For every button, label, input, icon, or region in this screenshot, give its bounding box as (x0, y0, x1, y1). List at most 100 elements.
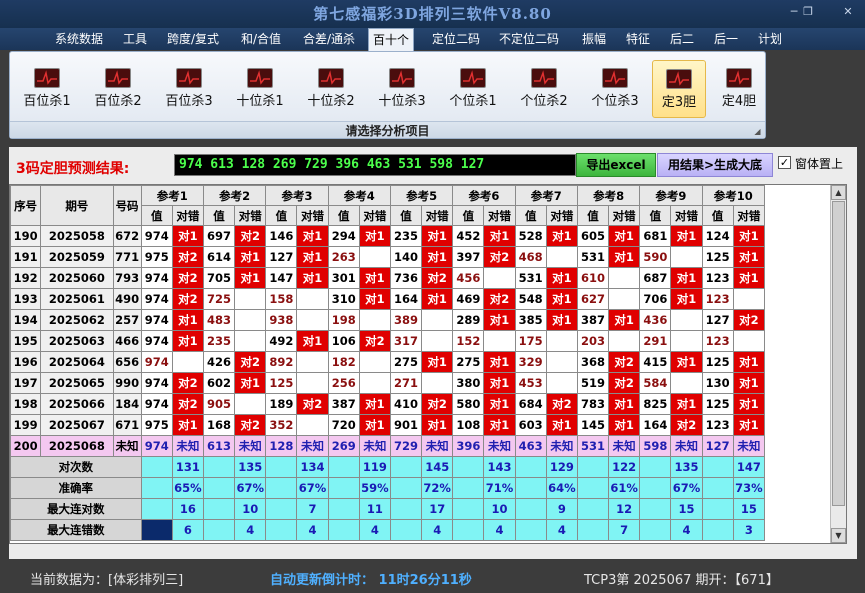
menu-item[interactable]: 振幅 (582, 28, 606, 50)
scroll-up-icon[interactable]: ▲ (831, 185, 846, 200)
menu-item[interactable]: 百十个 (368, 28, 415, 51)
value-cell: 158 (265, 288, 298, 310)
ribbon-button-label: 百位杀1 (23, 94, 71, 109)
check-header: 对错 (171, 205, 204, 226)
stat-value: 4 (421, 519, 454, 541)
menu-item[interactable]: 后二 (670, 28, 694, 50)
table-row[interactable]: 197 2025065 990 974 对2 602 对1 125 256 271 380 对1 453… (9, 372, 766, 394)
stat-spacer (701, 456, 734, 478)
stat-spacer (514, 519, 547, 541)
table-row[interactable]: 196 2025064 656 974 426 对2 892 182 275 对1 275 对1 329… (9, 351, 766, 373)
ribbon-button[interactable]: 十位杀3 (371, 60, 433, 118)
table-row[interactable]: 200 2025068 未知 974 未知 613 未知 128 未知 269 未知 729 未知 396… (9, 435, 766, 457)
generate-base-button[interactable]: 用结果>生成大底 (657, 153, 773, 177)
check-cell: 对1 (483, 225, 516, 247)
stat-spacer (452, 498, 485, 520)
check-cell: 对2 (421, 393, 454, 415)
topmost-checkbox[interactable]: ✓ (778, 156, 791, 169)
ref-header: 参考1 (140, 185, 204, 206)
table-row[interactable]: 194 2025062 257 974 对1 483 938 198 389 289 对1 385 对1… (9, 309, 766, 331)
number-cell: 490 (112, 288, 142, 310)
check-cell: 对1 (732, 351, 766, 373)
menu-item[interactable]: 工具 (123, 28, 147, 50)
scroll-thumb[interactable] (832, 201, 845, 506)
chart-icon (247, 68, 273, 88)
check-cell: 未知 (296, 435, 329, 457)
check-cell: 对1 (171, 414, 204, 436)
value-header: 值 (389, 205, 423, 226)
ribbon-button-label: 百位杀3 (165, 94, 213, 109)
table-row[interactable]: 193 2025061 490 974 对2 725 158 310 对1 164 对1 469 对2 5… (9, 288, 766, 310)
table-row[interactable]: 192 2025060 793 974 对2 705 对1 147 对1 301 对1 736 对2 45… (9, 267, 766, 289)
ribbon-footer: 请选择分析项目 ◢ (10, 121, 765, 138)
value-cell: 269 (327, 435, 360, 457)
check-cell: 对2 (545, 393, 578, 415)
ribbon-button[interactable]: 十位杀2 (300, 60, 362, 118)
stat-value: 15 (670, 498, 703, 520)
check-cell: 未知 (545, 435, 578, 457)
menu-item[interactable]: 和/合值 (241, 28, 281, 50)
menu-item[interactable]: 定位二码 (432, 28, 480, 50)
check-cell: 对1 (732, 267, 766, 289)
table-row[interactable]: 198 2025066 184 974 对2 905 189 对2 387 对1 410 对2 580 对… (9, 393, 766, 415)
stat-spacer (202, 498, 236, 520)
table-row[interactable]: 199 2025067 671 975 对1 168 对2 352 720 对1 901 对1 108 对… (9, 414, 766, 436)
ribbon-button[interactable]: 百位杀2 (87, 60, 149, 118)
table-row[interactable]: 190 2025058 672 974 对1 697 对2 146 对1 294 对1 235 对1 45… (9, 225, 766, 247)
ref-header: 参考6 (452, 185, 516, 206)
vertical-scrollbar[interactable]: ▲ ▼ (830, 185, 846, 543)
menu-item[interactable]: 合差/通杀 (303, 28, 355, 50)
value-cell: 453 (514, 372, 547, 394)
chart-icon (389, 68, 415, 88)
check-header: 对错 (358, 205, 391, 226)
table-row[interactable]: 195 2025063 466 974 对1 235 492 对1 106 对2 317 152 175… (9, 330, 766, 352)
menu-item[interactable]: 跨度/复式 (167, 28, 219, 50)
menu-item[interactable]: 计划 (758, 28, 782, 50)
value-cell: 603 (514, 414, 547, 436)
check-cell: 未知 (421, 435, 454, 457)
check-cell: 对2 (670, 414, 703, 436)
ribbon-button[interactable]: 十位杀1 (229, 60, 291, 118)
ribbon-button[interactable]: 百位杀3 (158, 60, 220, 118)
check-cell: 未知 (358, 435, 391, 457)
check-cell: 对1 (545, 225, 578, 247)
value-cell: 140 (389, 246, 423, 268)
ribbon-button[interactable]: 百位杀1 (16, 60, 78, 118)
ribbon-button[interactable]: 个位杀3 (584, 60, 646, 118)
value-cell: 531 (514, 267, 547, 289)
number-cell: 671 (112, 414, 142, 436)
menu-item[interactable]: 系统数据 (55, 28, 103, 50)
check-cell: 对2 (608, 351, 641, 373)
value-cell: 548 (514, 288, 547, 310)
menu-item[interactable]: 后一 (714, 28, 738, 50)
check-cell: 对1 (670, 351, 703, 373)
ribbon-button[interactable]: 定4胆 (712, 60, 766, 118)
value-header: 值 (639, 205, 672, 226)
close-icon[interactable]: ✕ (838, 4, 858, 20)
check-cell (234, 330, 267, 352)
restore-icon[interactable]: ❐ (798, 4, 818, 20)
export-excel-button[interactable]: 导出excel (576, 153, 656, 177)
check-cell: 对1 (483, 372, 516, 394)
ribbon-button[interactable]: 个位杀2 (513, 60, 575, 118)
table-row[interactable]: 191 2025059 771 975 对2 614 对1 127 对1 263 140 对1 397 对… (9, 246, 766, 268)
stat-spacer (514, 456, 547, 478)
stat-value: 65% (171, 477, 204, 499)
menu-bar: 系统数据 工具 跨度/复式 和/合值 合差/通杀 百十个 定位二码 不定位二码 振幅 特征 后二 后一… (0, 28, 865, 51)
ribbon-button[interactable]: 定3胆 (652, 60, 706, 118)
stat-spacer (265, 498, 298, 520)
value-cell: 127 (701, 435, 734, 457)
menu-item[interactable]: 不定位二码 (499, 28, 559, 50)
ribbon-button[interactable]: 个位杀1 (442, 60, 504, 118)
chart-icon (531, 68, 557, 88)
stat-value: 119 (358, 456, 391, 478)
value-cell: 426 (202, 351, 236, 373)
status-bar: 当前数据为：[体彩排列三] 自动更新倒计时： 11时26分11秒 TCP3第 2… (0, 563, 865, 593)
period-cell: 2025067 (40, 414, 114, 436)
scroll-down-icon[interactable]: ▼ (831, 528, 846, 543)
check-cell: 对1 (732, 414, 766, 436)
result-field[interactable]: 974 613 128 269 729 396 463 531 598 127 (174, 154, 576, 176)
value-cell: 235 (389, 225, 423, 247)
menu-item[interactable]: 特征 (626, 28, 650, 50)
expand-icon[interactable]: ◢ (753, 127, 762, 136)
